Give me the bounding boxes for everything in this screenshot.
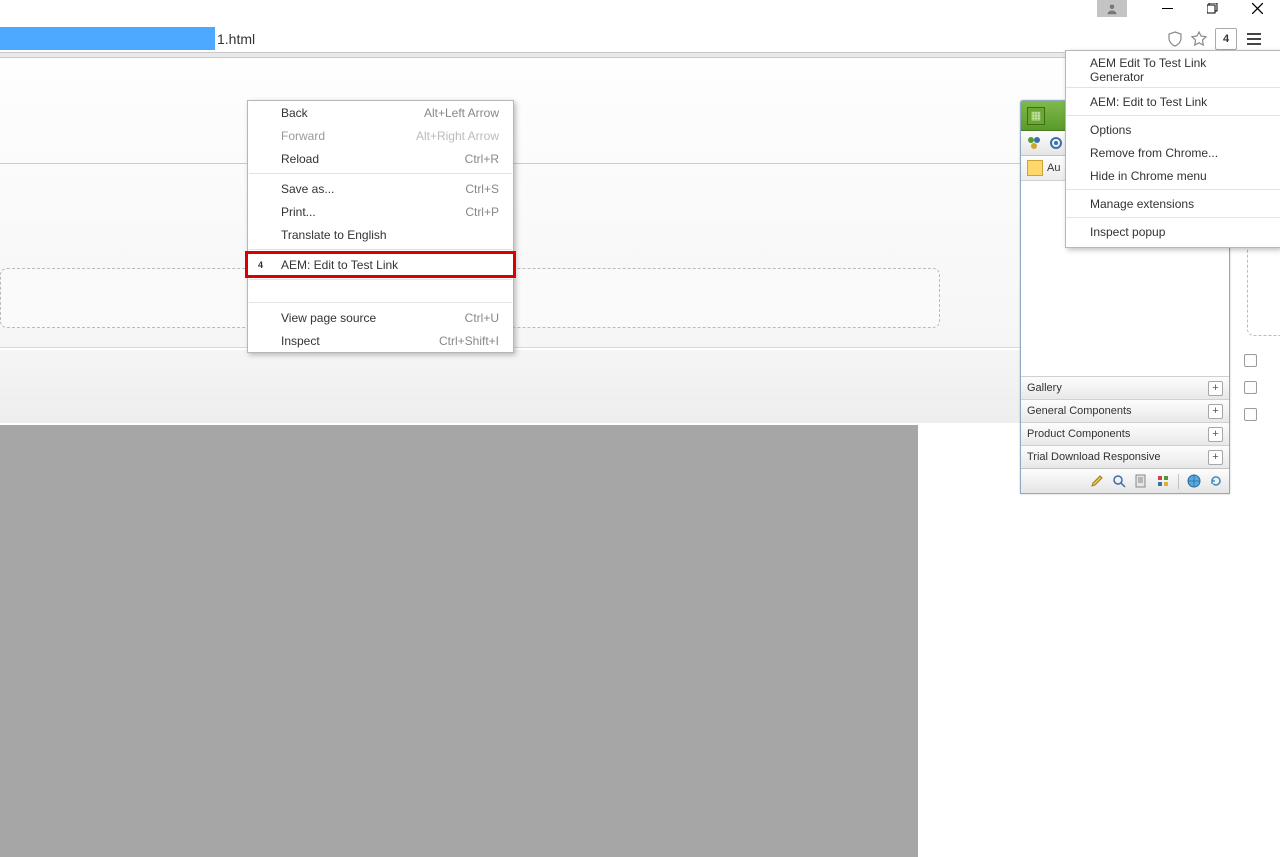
refresh-icon[interactable] (1207, 472, 1225, 490)
ext-separator (1066, 115, 1280, 116)
ctx-label: Forward (281, 129, 325, 143)
sidekick-accordions: Gallery + General Components + Product Com… (1021, 376, 1229, 468)
au-label: Au (1047, 162, 1060, 174)
doc-icon[interactable] (1132, 472, 1150, 490)
ctx-shortcut: Ctrl+R (465, 152, 499, 166)
ctx-aem-edit-to-test[interactable]: 4 AEM: Edit to Test Link (248, 253, 513, 276)
plus-icon: + (1208, 404, 1223, 419)
ctx-shortcut: Ctrl+Shift+I (439, 334, 499, 348)
search-icon[interactable] (1110, 472, 1128, 490)
checkbox[interactable] (1244, 408, 1257, 421)
ctx-print[interactable]: Print... Ctrl+P (248, 200, 513, 223)
ctx-separator (249, 173, 512, 174)
cube-icon: ▦ (1027, 107, 1045, 125)
minimize-button[interactable] (1145, 0, 1190, 17)
tool-separator (1178, 474, 1179, 489)
ext-separator (1066, 189, 1280, 190)
ext-aem-link[interactable]: AEM: Edit to Test Link (1066, 90, 1280, 113)
ctx-label: View page source (281, 311, 376, 325)
accordion-label: Product Components (1027, 428, 1130, 440)
ctx-saveas[interactable]: Save as... Ctrl+S (248, 177, 513, 200)
ctx-shortcut: Ctrl+U (465, 311, 499, 325)
accordion-trial[interactable]: Trial Download Responsive + (1021, 445, 1229, 468)
ext-options[interactable]: Options (1066, 118, 1280, 141)
address-bar-actions: 4 (1165, 27, 1263, 50)
palette-icon[interactable] (1154, 472, 1172, 490)
star-icon[interactable] (1189, 29, 1209, 49)
ctx-shortcut: Alt+Left Arrow (424, 106, 499, 120)
accordion-label: Gallery (1027, 382, 1062, 394)
ctx-shortcut: Alt+Right Arrow (416, 129, 499, 143)
ext-manage[interactable]: Manage extensions (1066, 192, 1280, 215)
address-bar[interactable]: 1.html 4 (0, 27, 1280, 50)
url-suffix: 1.html (215, 31, 255, 47)
tab-icon-1[interactable] (1025, 134, 1043, 152)
ctx-label: Print... (281, 205, 316, 219)
ctx-shortcut: Ctrl+S (465, 182, 499, 196)
plus-icon: + (1208, 450, 1223, 465)
checkbox[interactable] (1244, 381, 1257, 394)
ctx-translate[interactable]: Translate to English (248, 223, 513, 246)
tab-icon-2[interactable] (1047, 134, 1065, 152)
ext-remove[interactable]: Remove from Chrome... (1066, 141, 1280, 164)
ctx-label: Back (281, 106, 308, 120)
ctx-shortcut: Ctrl+P (465, 205, 499, 219)
gray-area (0, 425, 918, 857)
plus-icon: + (1208, 427, 1223, 442)
ctx-inspect[interactable]: Inspect Ctrl+Shift+I (248, 329, 513, 352)
ctx-view-source[interactable]: View page source Ctrl+U (248, 306, 513, 329)
ext-separator (1066, 217, 1280, 218)
ctx-label: Save as... (281, 182, 334, 196)
accordion-label: Trial Download Responsive (1027, 451, 1161, 463)
accordion-product[interactable]: Product Components + (1021, 422, 1229, 445)
ctx-separator (249, 279, 512, 280)
ctx-reload[interactable]: Reload Ctrl+R (248, 147, 513, 170)
globe-icon[interactable] (1185, 472, 1203, 490)
ext-hide[interactable]: Hide in Chrome menu (1066, 164, 1280, 187)
accordion-label: General Components (1027, 405, 1132, 417)
ext-inspect-popup[interactable]: Inspect popup (1066, 220, 1280, 243)
ctx-label: Inspect (281, 334, 320, 348)
context-menu: Back Alt+Left Arrow Forward Alt+Right Arro… (247, 100, 514, 353)
extension-button[interactable]: 4 (1215, 28, 1237, 50)
ctx-label: Translate to English (281, 228, 387, 242)
ctx-badge: 4 (258, 260, 263, 270)
ctx-label: Reload (281, 152, 319, 166)
maximize-button[interactable] (1190, 0, 1235, 17)
ctx-separator (249, 302, 512, 303)
user-profile-button[interactable] (1097, 0, 1127, 17)
ctx-back[interactable]: Back Alt+Left Arrow (248, 101, 513, 124)
ctx-label: AEM: Edit to Test Link (281, 258, 398, 272)
ctx-forward: Forward Alt+Right Arrow (248, 124, 513, 147)
accordion-general[interactable]: General Components + (1021, 399, 1229, 422)
ext-separator (1066, 87, 1280, 88)
ctx-separator (249, 249, 512, 250)
url-selected-part (0, 27, 215, 50)
sidekick-tools (1021, 468, 1229, 493)
accordion-gallery[interactable]: Gallery + (1021, 376, 1229, 399)
window-controls (1097, 0, 1280, 17)
checkbox[interactable] (1244, 354, 1257, 367)
close-window-button[interactable] (1235, 0, 1280, 17)
plus-icon: + (1208, 381, 1223, 396)
menu-icon[interactable] (1247, 33, 1263, 45)
ext-title: AEM Edit To Test Link Generator (1066, 55, 1280, 85)
pencil-icon[interactable] (1088, 472, 1106, 490)
shield-icon[interactable] (1165, 29, 1185, 49)
extension-menu: AEM Edit To Test Link Generator AEM: Edi… (1065, 50, 1280, 248)
